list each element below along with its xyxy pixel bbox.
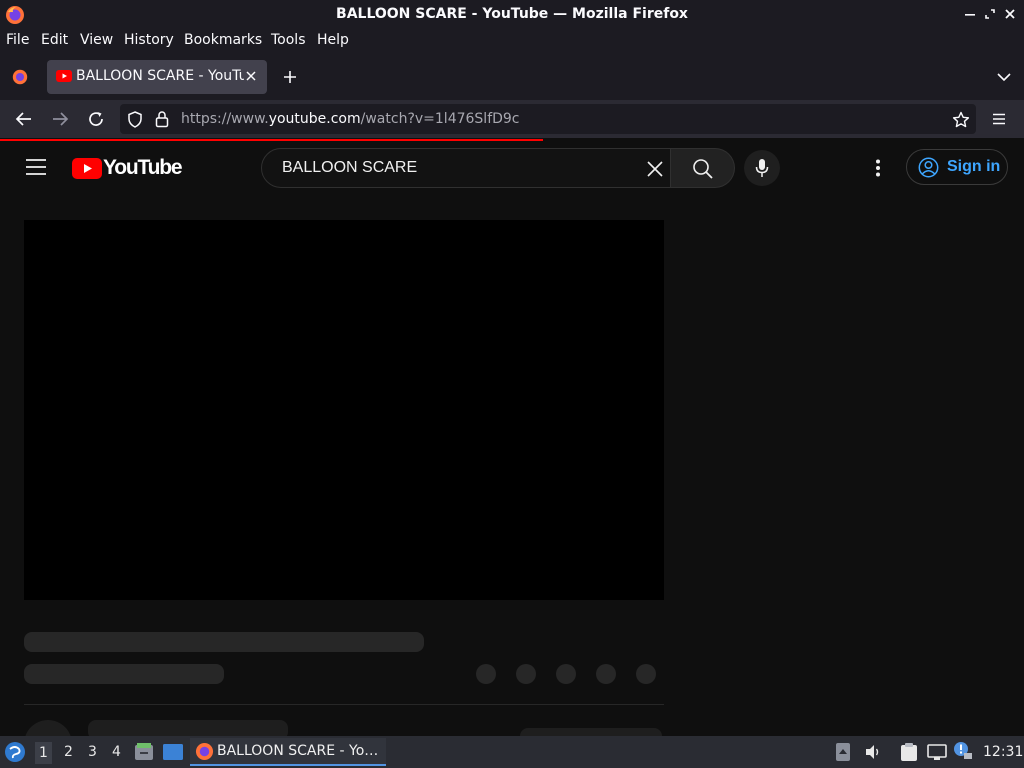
settings-more-vertical-icon[interactable] [874,159,882,177]
menu-bookmarks[interactable]: Bookmarks [184,32,262,48]
show-desktop-icon[interactable] [162,743,184,761]
menu-view[interactable]: View [80,32,113,48]
url-text[interactable]: https://www.youtube.com/watch?v=1l476Slf… [181,111,520,127]
tab-youtube[interactable]: BALLOON SCARE - YouTube [47,60,267,94]
firefox-view-icon[interactable] [11,68,29,86]
sign-in-label: Sign in [947,158,1001,175]
action-skeleton-dot [636,664,656,684]
url-prefix: https://www. [181,111,269,127]
youtube-logo-text: YouTube [103,156,183,179]
channel-skeleton [24,664,224,684]
tracking-protection-shield-icon[interactable] [127,111,143,128]
action-skeleton-dot [476,664,496,684]
youtube-masthead: YouTube BALLOON SCARE Sign in [0,142,1024,194]
page-load-progress-fill [0,139,543,141]
list-all-tabs-chevron-down-icon[interactable] [996,70,1012,84]
search-button[interactable] [671,148,735,188]
action-skeleton-dot [556,664,576,684]
taskbar-window-label: BALLOON SCARE - Yo… [217,743,379,759]
menu-bar: File Edit View History Bookmarks Tools H… [0,30,1024,54]
menu-edit[interactable]: Edit [41,32,68,48]
workspace-4[interactable]: 4 [112,744,121,760]
bookmark-star-icon[interactable] [952,111,970,129]
url-host: youtube.com [268,111,361,127]
menu-history[interactable]: History [124,32,174,48]
tray-arrow-up-icon[interactable] [836,743,850,761]
title-skeleton [24,632,424,652]
menu-tools[interactable]: Tools [271,32,306,48]
search-input[interactable]: BALLOON SCARE [261,148,671,188]
search-icon [692,158,714,180]
window-titlebar: BALLOON SCARE - YouTube — Mozilla Firefo… [0,0,1024,30]
update-notification-icon[interactable] [953,741,973,761]
youtube-play-logo-icon [72,158,102,179]
taskbar-firefox-window[interactable]: BALLOON SCARE - Yo… [190,738,386,766]
workspace-1[interactable]: 1 [35,742,52,764]
clipboard-icon[interactable] [900,742,918,762]
minimize-button[interactable] [962,6,978,22]
microphone-icon [755,158,769,178]
url-path: /watch?v=1l476SlfD9c [360,111,520,127]
search-query-text: BALLOON SCARE [282,159,418,176]
guide-menu-icon[interactable] [26,158,46,176]
menu-file[interactable]: File [6,32,29,48]
voice-search-button[interactable] [744,150,780,186]
lock-icon[interactable] [155,110,169,128]
hamburger-menu-icon[interactable] [991,111,1007,127]
taskbar-clock: 12:31 [983,744,1024,760]
forward-arrow-icon[interactable] [51,111,69,127]
action-skeleton-dot [596,664,616,684]
network-display-icon[interactable] [927,744,947,761]
account-circle-icon [918,157,939,178]
content-divider [24,704,664,705]
app-launcher-icon[interactable] [4,741,26,763]
window-title: BALLOON SCARE - YouTube — Mozilla Firefo… [336,6,688,22]
close-tab-icon[interactable] [245,66,257,82]
reload-icon[interactable] [87,110,105,128]
video-player[interactable] [24,220,664,600]
desktop-taskbar: 1 2 3 4 BALLOON SCARE - Yo… 12:31 [0,736,1024,768]
workspace-3[interactable]: 3 [88,744,97,760]
url-bar[interactable]: https://www.youtube.com/watch?v=1l476Slf… [120,104,976,134]
clear-search-close-icon[interactable] [646,160,664,178]
workspace-2[interactable]: 2 [64,744,73,760]
action-skeleton-dot [516,664,536,684]
navigation-bar: https://www.youtube.com/watch?v=1l476Slf… [0,100,1024,138]
tab-label: BALLOON SCARE - YouTube [76,68,244,84]
tab-strip: BALLOON SCARE - YouTube [0,54,1024,100]
menu-help[interactable]: Help [317,32,349,48]
firefox-icon [195,742,214,761]
sign-in-button[interactable]: Sign in [906,149,1008,185]
volume-speaker-icon[interactable] [864,743,882,761]
new-tab-button[interactable] [282,69,298,85]
close-window-button[interactable] [1002,6,1018,22]
maximize-button[interactable] [982,6,998,22]
file-manager-icon[interactable] [134,742,154,762]
youtube-favicon-icon [56,70,72,82]
back-arrow-icon[interactable] [15,111,33,127]
